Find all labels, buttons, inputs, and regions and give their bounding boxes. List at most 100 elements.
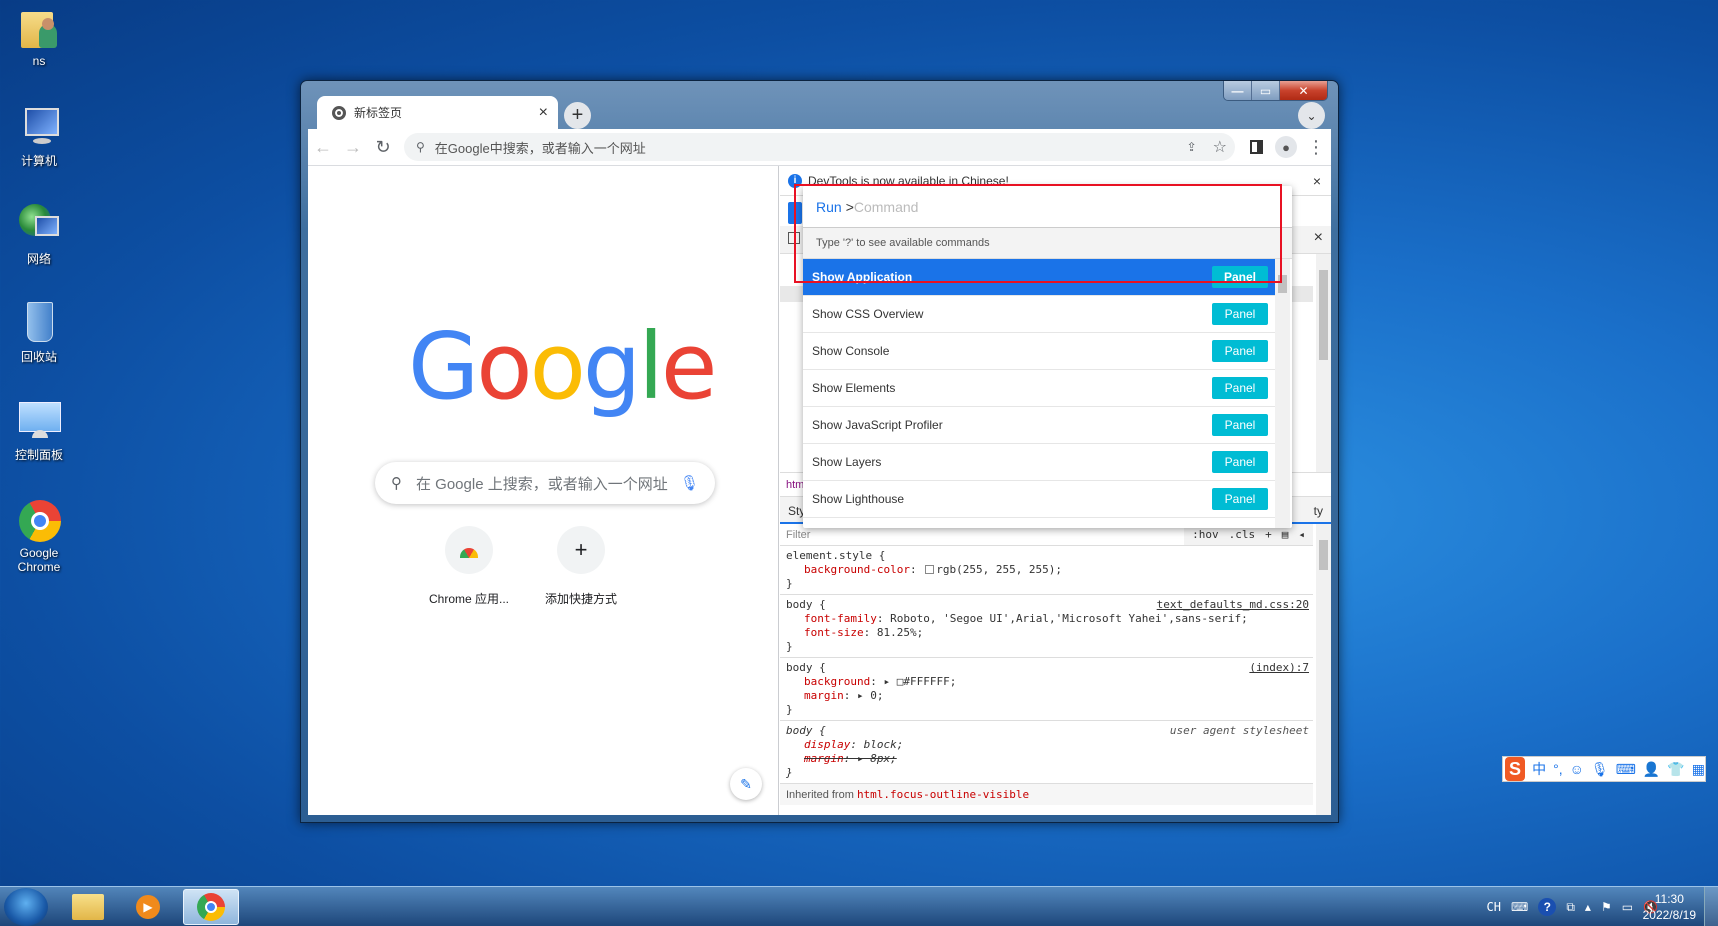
- search-icon: ⚲: [416, 140, 425, 154]
- menu-button[interactable]: ⋮: [1301, 132, 1331, 162]
- keyboard-icon[interactable]: ⌨: [1616, 761, 1636, 778]
- rule-selector: element.style {: [786, 549, 886, 562]
- class-toggle[interactable]: .cls: [1229, 528, 1256, 541]
- command-input[interactable]: Run > Command: [803, 186, 1292, 228]
- command-item[interactable]: Show Lighthouse Panel: [803, 481, 1275, 518]
- panel-badge: Panel: [1212, 451, 1268, 473]
- style-property[interactable]: background: ▸ □#FFFFFF;: [786, 675, 1307, 689]
- rule-source-link[interactable]: (index):7: [1249, 661, 1309, 675]
- user-folder-icon: [17, 6, 61, 50]
- shortcut-chrome-apps[interactable]: Chrome 应用...: [413, 526, 525, 607]
- language-indicator[interactable]: CH: [1487, 900, 1501, 914]
- filter-input[interactable]: Filter: [786, 529, 810, 541]
- tab-new-tab[interactable]: 新标签页 ×: [317, 96, 558, 129]
- command-item[interactable]: Show Console Panel: [803, 333, 1275, 370]
- profile-button[interactable]: ●: [1271, 132, 1301, 162]
- paint-icon[interactable]: ▤: [1282, 528, 1289, 541]
- style-rule: body { user agent stylesheet display: bl…: [780, 721, 1313, 784]
- tab-strip: 新标签页 × + ⌄: [309, 94, 1330, 129]
- emoji-icon[interactable]: ☺: [1570, 761, 1584, 777]
- language-button[interactable]: [788, 202, 802, 224]
- address-bar[interactable]: ⚲ 在Google中搜索，或者输入一个网址 ⇪ ☆: [404, 133, 1235, 161]
- command-item[interactable]: Show JavaScript Profiler Panel: [803, 407, 1275, 444]
- bookmark-star-icon[interactable]: ☆: [1213, 137, 1227, 157]
- desktop-icon-recycle-bin[interactable]: 回收站: [8, 300, 70, 365]
- command-hint: Type '?' to see available commands: [803, 228, 1292, 259]
- more-vert-icon: ⋮: [1307, 136, 1325, 157]
- styles-scrollbar[interactable]: [1316, 524, 1331, 815]
- forward-button[interactable]: →: [338, 132, 368, 162]
- desktop-icon-control-panel[interactable]: 控制面板: [8, 398, 70, 463]
- skin-icon[interactable]: 👕: [1667, 761, 1684, 778]
- command-menu: Run > Command Type '?' to see available …: [803, 186, 1292, 528]
- shortcut-label: Chrome 应用...: [428, 592, 510, 606]
- address-input[interactable]: 在Google中搜索，或者输入一个网址: [435, 138, 1187, 157]
- google-search-box[interactable]: ⚲ 在 Google 上搜索，或者输入一个网址 🎙: [375, 462, 715, 504]
- inherited-selector[interactable]: html.focus-outline-visible: [857, 788, 1029, 801]
- tab-properties[interactable]: ty: [1314, 504, 1323, 518]
- media-player-icon: ▶: [136, 895, 160, 919]
- elements-scrollbar[interactable]: [1316, 254, 1331, 472]
- customize-button[interactable]: ✎: [730, 768, 762, 800]
- clock[interactable]: 11:30 2022/8/19: [1643, 891, 1696, 923]
- style-property[interactable]: font-family: Roboto, 'Segoe UI',Arial,'M…: [786, 612, 1307, 626]
- logo-letter: e: [660, 313, 718, 420]
- back-button[interactable]: ←: [308, 132, 338, 162]
- show-hidden-icons[interactable]: ▴: [1585, 900, 1591, 914]
- style-property[interactable]: margin: ▸ 0;: [786, 689, 1307, 703]
- microphone-icon[interactable]: 🎙: [680, 474, 699, 492]
- command-item[interactable]: Show CSS Overview Panel: [803, 296, 1275, 333]
- side-panel-button[interactable]: [1241, 132, 1271, 162]
- color-swatch[interactable]: [925, 565, 935, 574]
- command-item[interactable]: Show Application Panel: [803, 259, 1275, 296]
- logo-letter: G: [408, 313, 479, 420]
- google-logo: Google: [408, 321, 717, 413]
- sidebar-toggle-icon[interactable]: ◂: [1298, 528, 1305, 541]
- action-center-icon[interactable]: ⚑: [1601, 900, 1612, 914]
- taskbar-app-chrome[interactable]: [183, 889, 239, 925]
- start-button[interactable]: [4, 888, 48, 926]
- desktop-icon-computer[interactable]: 计算机: [8, 104, 70, 169]
- rule-selector: body {: [786, 661, 826, 674]
- network-icon: [17, 202, 61, 246]
- recycle-bin-icon: [17, 300, 61, 344]
- style-property[interactable]: display: block;: [786, 738, 1307, 752]
- help-icon[interactable]: ?: [1538, 898, 1557, 916]
- share-icon[interactable]: ⇪: [1187, 140, 1197, 154]
- toolbox-icon[interactable]: ▦: [1692, 761, 1705, 778]
- taskbar-app-explorer[interactable]: [60, 889, 116, 925]
- ime-punct-toggle[interactable]: °,: [1553, 761, 1563, 777]
- voice-icon[interactable]: 🎙: [1591, 761, 1609, 778]
- rule-source-link[interactable]: text_defaults_md.css:20: [1157, 598, 1309, 612]
- reload-button[interactable]: ↻: [368, 132, 398, 162]
- ime-mode-toggle[interactable]: 中: [1532, 759, 1546, 779]
- sogou-logo-icon[interactable]: S: [1505, 757, 1526, 781]
- taskbar-app-media-player[interactable]: ▶: [120, 889, 176, 925]
- inspect-element-icon[interactable]: [788, 232, 800, 244]
- desktop-icon-network[interactable]: 网络: [8, 202, 70, 267]
- style-property[interactable]: background-color: rgb(255, 255, 255);: [786, 563, 1307, 577]
- ime-restore-icon[interactable]: ⧉: [1566, 900, 1575, 915]
- show-desktop-button[interactable]: [1704, 887, 1718, 926]
- style-property-overridden[interactable]: margin: ▸ 8px;: [786, 752, 1307, 766]
- hover-state-toggle[interactable]: :hov: [1192, 528, 1219, 541]
- tab-close-icon[interactable]: ×: [539, 104, 548, 122]
- banner-close-icon[interactable]: ×: [1313, 173, 1321, 189]
- desktop-icon-ns[interactable]: ns: [8, 6, 70, 68]
- shortcut-add[interactable]: + 添加快捷方式: [525, 526, 637, 607]
- desktop-icon-chrome[interactable]: Google Chrome: [8, 498, 70, 574]
- network-status-icon[interactable]: ▭: [1622, 900, 1633, 914]
- avatar-icon: ●: [1275, 136, 1297, 158]
- google-search-input[interactable]: 在 Google 上搜索，或者输入一个网址: [416, 473, 680, 494]
- command-item[interactable]: Show Layers Panel: [803, 444, 1275, 481]
- devtools-close-icon[interactable]: ×: [1314, 229, 1323, 247]
- keyboard-icon[interactable]: ⌨: [1511, 900, 1528, 914]
- new-tab-button[interactable]: +: [564, 102, 591, 129]
- new-rule-button[interactable]: +: [1265, 528, 1272, 541]
- pencil-icon: ✎: [740, 775, 752, 792]
- command-list-scrollbar[interactable]: [1275, 259, 1290, 528]
- command-item[interactable]: Show Elements Panel: [803, 370, 1275, 407]
- style-property[interactable]: font-size: 81.25%;: [786, 626, 1307, 640]
- account-icon[interactable]: 👤: [1643, 761, 1660, 778]
- tab-search-button[interactable]: ⌄: [1298, 102, 1325, 129]
